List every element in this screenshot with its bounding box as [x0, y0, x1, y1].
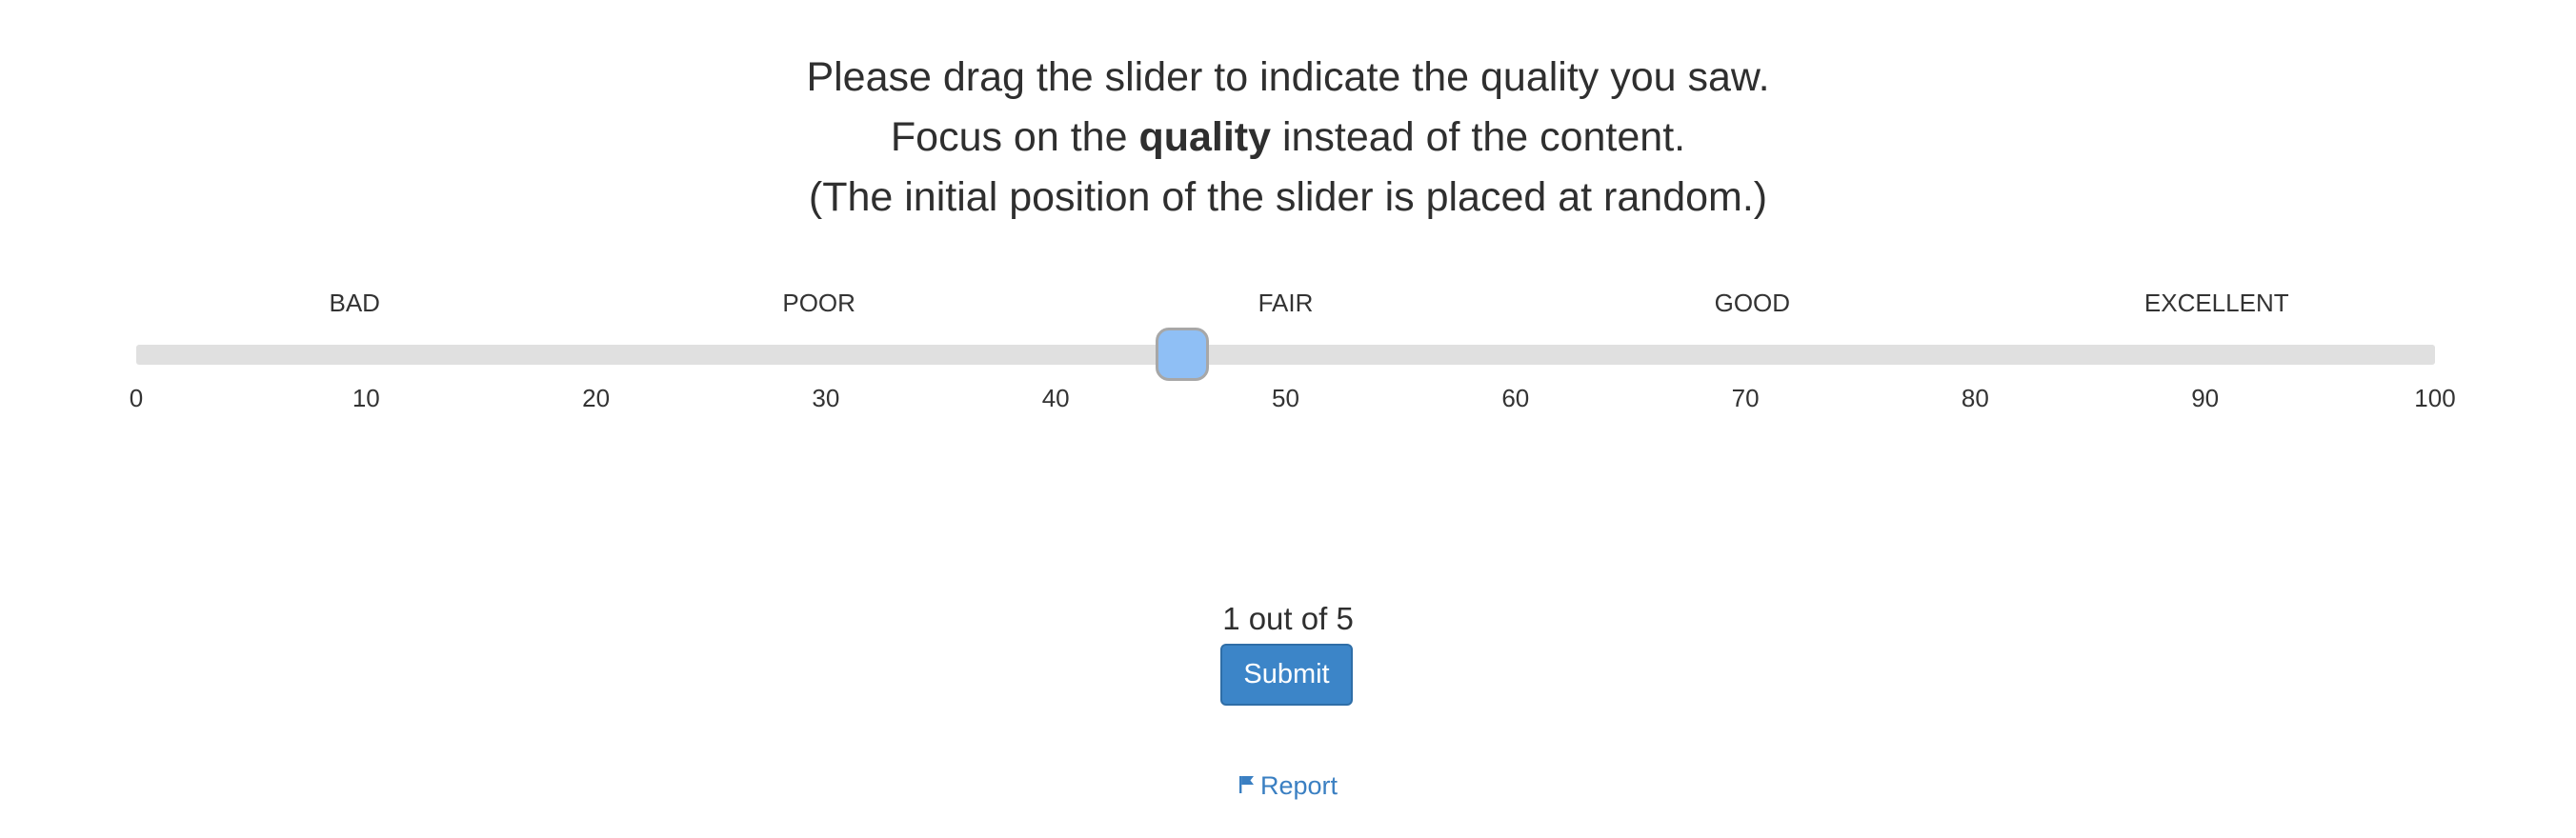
- instruction-emphasis: quality: [1138, 114, 1272, 160]
- category-label-good: GOOD: [1714, 289, 1791, 317]
- tick-label: 20: [582, 384, 611, 412]
- instruction-line-2-prefix: Focus on the: [890, 114, 1139, 160]
- tick-label: 70: [1731, 384, 1760, 412]
- category-label-bad: BAD: [329, 289, 380, 317]
- submit-button[interactable]: Submit: [1220, 644, 1353, 706]
- progress-counter: 1 out of 5: [1222, 601, 1354, 636]
- instruction-line-1: Please drag the slider to indicate the q…: [806, 54, 1770, 100]
- report-link[interactable]: Report: [0, 769, 2576, 802]
- category-label-excellent: EXCELLENT: [2143, 289, 2289, 317]
- flag-icon: [1238, 769, 1255, 802]
- slider-track[interactable]: [136, 345, 2435, 365]
- tick-label: 100: [2414, 384, 2456, 412]
- report-label: Report: [1259, 771, 1338, 800]
- category-label-poor: POOR: [782, 289, 855, 317]
- tick-label: 40: [1041, 384, 1070, 412]
- tick-label: 80: [1961, 384, 1989, 412]
- instruction-line-2-suffix: instead of the content.: [1271, 114, 1686, 160]
- tick-label: 90: [2191, 384, 2220, 412]
- instructions: Please drag the slider to indicate the q…: [0, 48, 2576, 228]
- instruction-line-2: Focus on the quality instead of the cont…: [0, 108, 2576, 168]
- tick-label: 60: [1501, 384, 1530, 412]
- tick-label: 0: [129, 384, 144, 412]
- tick-label: 50: [1272, 384, 1299, 412]
- slider-thumb[interactable]: [1155, 328, 1209, 381]
- tick-label: 10: [352, 384, 380, 412]
- tick-label: 30: [812, 384, 840, 412]
- instruction-line-3: (The initial position of the slider is p…: [808, 174, 1768, 220]
- category-label-fair: FAIR: [1258, 289, 1314, 317]
